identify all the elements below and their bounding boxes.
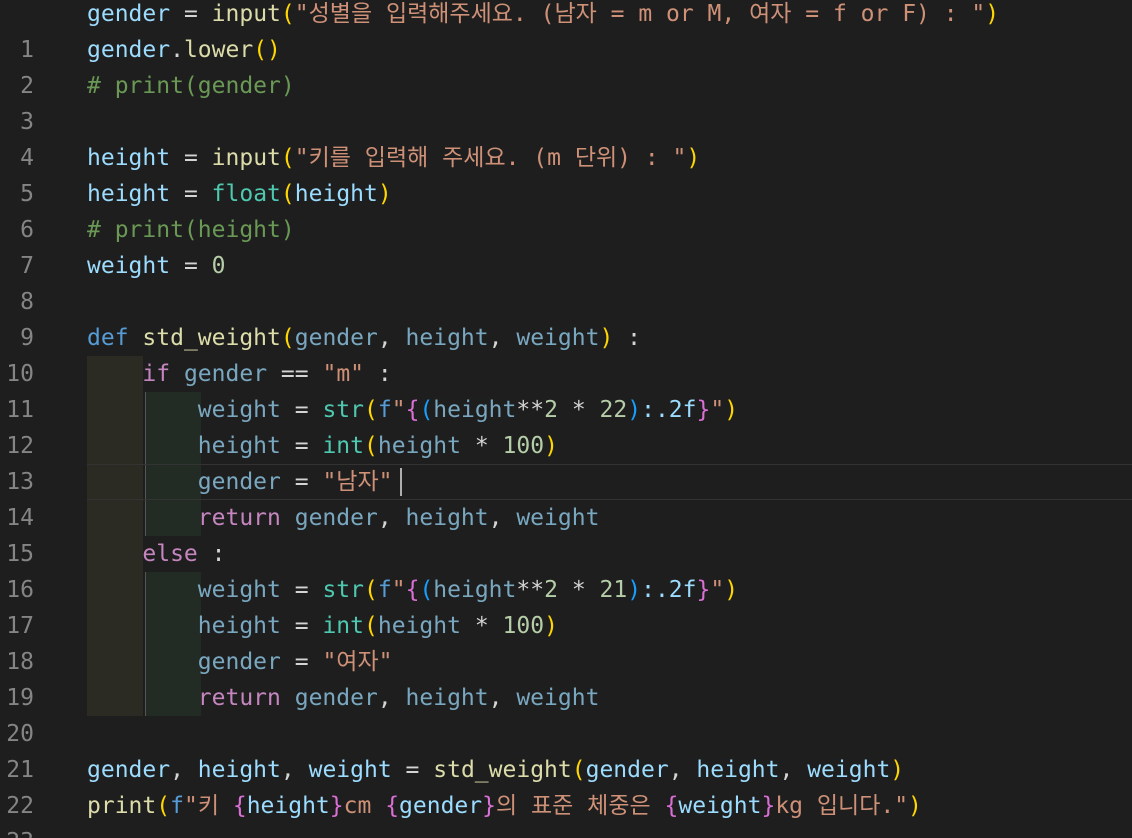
code-editor[interactable]: 1 gender = input("성별을 입력해주세요. (남자 = m or…: [0, 0, 1132, 838]
line-code: def std_weight(gender, height, weight) :: [87, 325, 641, 351]
code-line[interactable]: 7 # print(height): [0, 212, 1132, 279]
code-line[interactable]: 6 height = float(height): [0, 176, 1132, 243]
code-line[interactable]: 17 weight = str(f"{(height**2 * 21):.2f}…: [0, 572, 1132, 639]
code-line[interactable]: 22 gender, height, weight = std_weight(g…: [0, 752, 1132, 819]
code-line[interactable]: 4: [0, 104, 1132, 171]
line-code: # print(height): [87, 217, 295, 243]
code-line[interactable]: 19 gender = "여자": [0, 644, 1132, 711]
line-code: height = int(height * 100): [197, 613, 558, 639]
line-code: weight = str(f"{(height**2 * 21):.2f}"): [197, 577, 739, 603]
line-code: gender = "남자": [197, 469, 393, 495]
code-line[interactable]: 23 print(f"키 {height}cm {gender}의 표준 체중은…: [0, 788, 1132, 838]
line-code: gender, height, weight = std_weight(gend…: [87, 757, 905, 783]
code-line[interactable]: 2 gender.lower(): [0, 32, 1132, 99]
line-code: print(f"키 {height}cm {gender}의 표준 체중은 {w…: [87, 793, 922, 819]
code-line[interactable]: 16 else :: [0, 536, 1132, 603]
line-code: else :: [142, 541, 226, 567]
code-line[interactable]: 14 gender = "남자": [0, 464, 1132, 531]
code-line[interactable]: 5 height = input("키를 입력해 주세요. (m 단위) : "…: [0, 140, 1132, 207]
line-code: return gender, height, weight: [197, 505, 600, 531]
code-line[interactable]: 10 def std_weight(gender, height, weight…: [0, 320, 1132, 387]
code-line[interactable]: 3 # print(gender): [0, 68, 1132, 135]
line-code: return gender, height, weight: [197, 685, 600, 711]
line-code: height = float(height): [87, 181, 392, 207]
line-code: height = int(height * 100): [197, 433, 558, 459]
line-code: # print(gender): [87, 73, 295, 99]
code-line[interactable]: 12 weight = str(f"{(height**2 * 22):.2f}…: [0, 392, 1132, 459]
line-code: weight = 0: [87, 253, 226, 279]
code-line[interactable]: 9: [0, 284, 1132, 351]
line-code: if gender == "m" :: [142, 361, 392, 387]
code-line[interactable]: 21: [0, 716, 1132, 783]
line-code: gender = input("성별을 입력해주세요. (남자 = m or M…: [87, 1, 1000, 27]
line-code: weight = str(f"{(height**2 * 22):.2f}"): [197, 397, 739, 423]
line-code: gender = "여자": [197, 649, 393, 675]
code-line[interactable]: 20 return gender, height, weight: [0, 680, 1132, 747]
line-code: height = input("키를 입력해 주세요. (m 단위) : "): [87, 145, 701, 171]
code-line[interactable]: 15 return gender, height, weight: [0, 500, 1132, 567]
line-code: gender.lower(): [87, 37, 281, 63]
code-line[interactable]: 8 weight = 0: [0, 248, 1132, 315]
line-number: 23: [0, 824, 34, 838]
code-line[interactable]: 18 height = int(height * 100): [0, 608, 1132, 675]
code-line[interactable]: 1 gender = input("성별을 입력해주세요. (남자 = m or…: [0, 0, 1132, 63]
code-line[interactable]: 11 if gender == "m" :: [0, 356, 1132, 423]
text-cursor: [400, 468, 402, 496]
code-line[interactable]: 13 height = int(height * 100): [0, 428, 1132, 495]
